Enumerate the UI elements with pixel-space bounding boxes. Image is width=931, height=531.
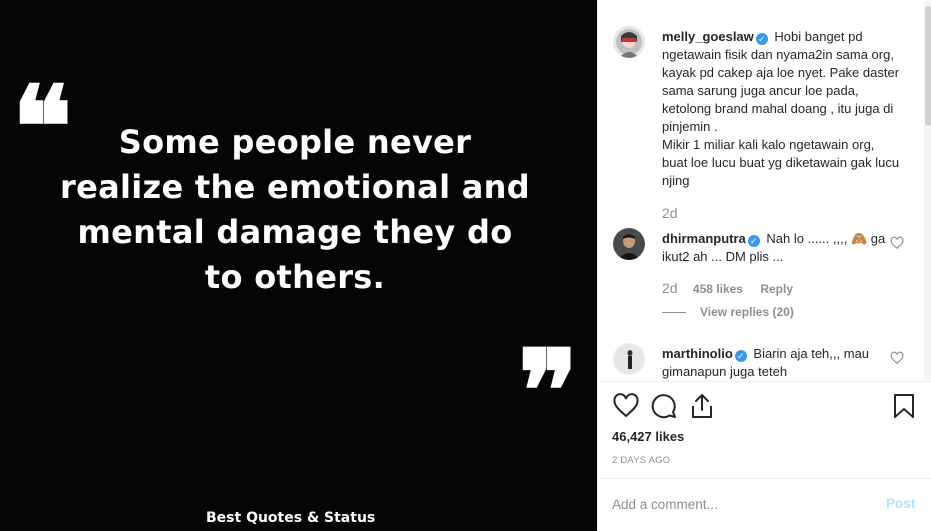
comment-icon[interactable]: [650, 392, 678, 420]
avatar[interactable]: [613, 26, 645, 58]
verified-badge-icon: ✓: [734, 350, 747, 362]
comment-username[interactable]: marthinolio: [662, 346, 733, 361]
quote-text: Some people never realize the emotional …: [60, 123, 530, 296]
caption-body: melly_goeslaw ✓ Hobi banget pd ngetawain …: [662, 28, 902, 190]
post-date[interactable]: 2 DAYS AGO: [612, 455, 670, 466]
reply-button[interactable]: Reply: [760, 282, 793, 296]
comment-time[interactable]: 2d: [662, 280, 678, 296]
action-bar: [612, 392, 918, 422]
like-comment-heart-icon[interactable]: [890, 351, 904, 365]
post-sidebar: melly_goeslaw ✓ Hobi banget pd ngetawain …: [597, 0, 931, 531]
heart-icon[interactable]: [612, 392, 640, 420]
add-comment-input[interactable]: [612, 493, 872, 515]
comment-body: dhirmanputra ✓ Nah lo ...... ,,,, 🙈 ga ik…: [662, 230, 902, 266]
verified-badge-icon: ✓: [747, 235, 760, 247]
likes-count[interactable]: 46,427 likes: [612, 429, 684, 444]
caption-username[interactable]: melly_goeslaw: [662, 29, 754, 44]
bookmark-icon[interactable]: [890, 392, 918, 420]
close-quote-mark: ❞: [518, 326, 579, 457]
caption-text: Hobi banget pd ngetawain fisik dan nyama…: [662, 29, 900, 134]
view-replies-button[interactable]: View replies (20): [662, 305, 794, 319]
comment-likes[interactable]: 458 likes: [693, 282, 743, 296]
post-comment-button[interactable]: Post: [886, 496, 915, 511]
caption-time[interactable]: 2d: [662, 205, 678, 221]
section-divider: [598, 381, 931, 382]
scrollbar-thumb[interactable]: [925, 6, 931, 126]
replies-divider-line: [662, 312, 686, 314]
comment-meta: 2d 458 likes Reply: [662, 280, 807, 296]
image-watermark: Best Quotes & Status: [206, 510, 376, 526]
view-replies-label: View replies (20): [700, 305, 794, 319]
avatar[interactable]: [613, 228, 645, 260]
verified-badge-icon: ✓: [755, 33, 768, 45]
post-image[interactable]: ❝ Some people never realize the emotiona…: [0, 0, 597, 531]
caption-meta: 2d: [662, 205, 690, 221]
avatar[interactable]: [613, 343, 645, 375]
caption-text-2: Mikir 1 miliar kali kalo ngetawain org, …: [662, 137, 900, 188]
section-divider: [598, 478, 931, 479]
share-icon[interactable]: [688, 392, 716, 420]
comments-scrollbar[interactable]: [924, 0, 931, 380]
comments-list[interactable]: melly_goeslaw ✓ Hobi banget pd ngetawain …: [598, 0, 931, 380]
comment-body: marthinolio ✓ Biarin aja teh,,, mau giman…: [662, 345, 902, 380]
comment-username[interactable]: dhirmanputra: [662, 231, 746, 246]
like-comment-heart-icon[interactable]: [890, 236, 904, 250]
